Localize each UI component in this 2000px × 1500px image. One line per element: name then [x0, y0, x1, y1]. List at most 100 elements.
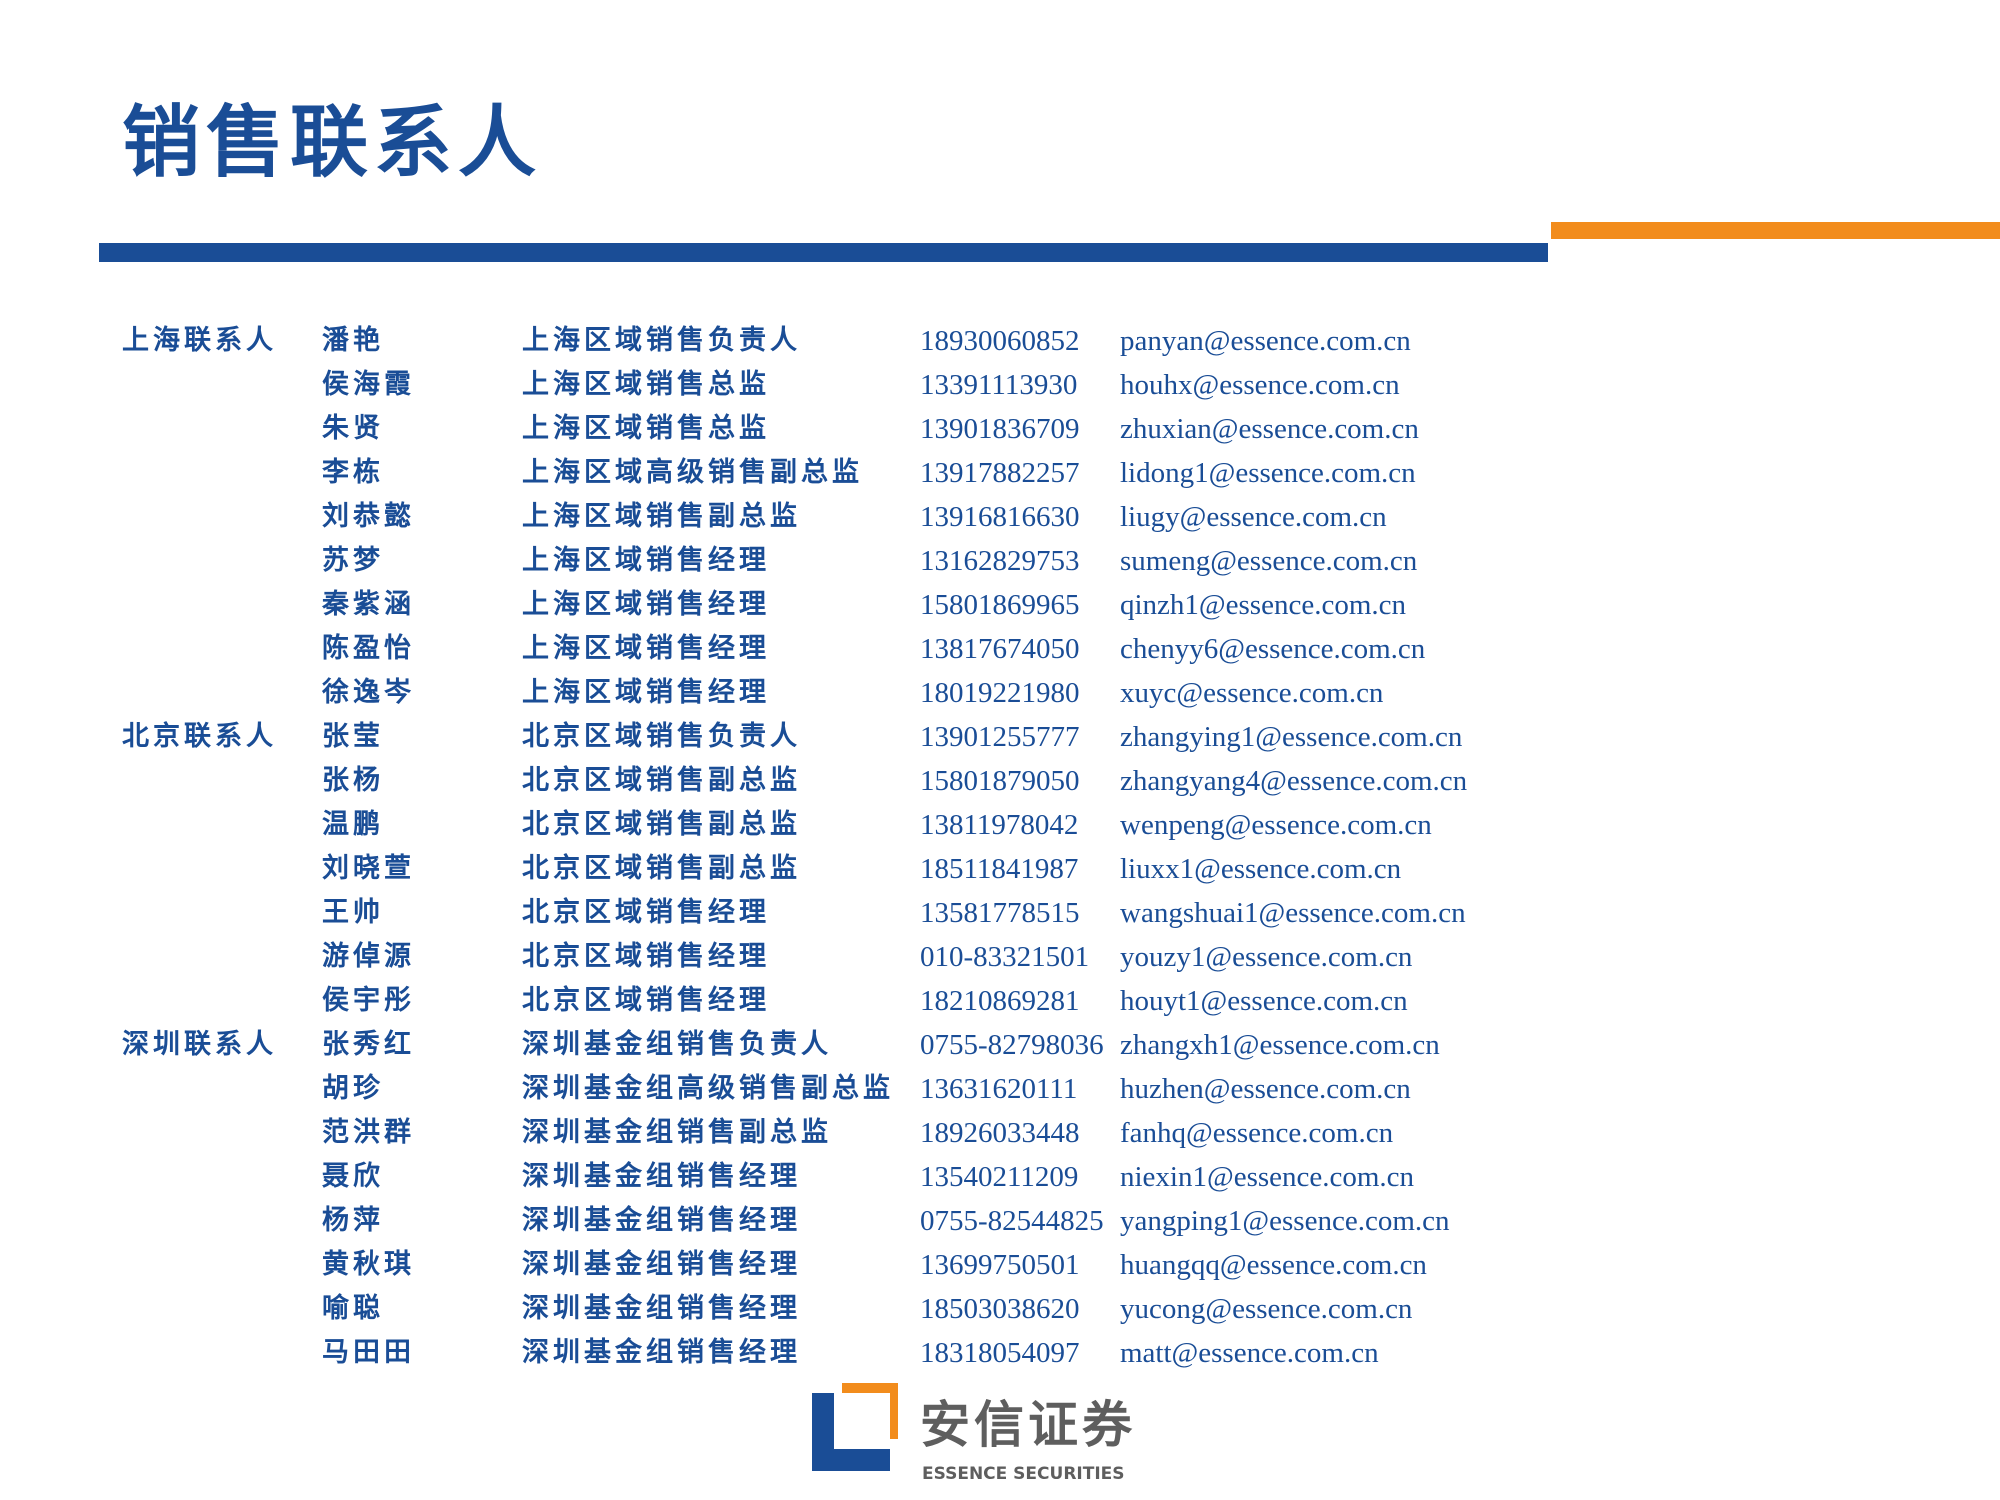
contact-name: 朱贤	[322, 413, 384, 444]
contact-name: 张秀红	[322, 1029, 415, 1060]
contact-email: yucong@essence.com.cn	[1120, 1293, 1413, 1325]
contact-row: 黄秋琪 深圳基金组销售经理 13699750501 huangqq@essence.c…	[0, 1243, 2000, 1287]
contact-row: 侯海霞 上海区域销售总监 13391113930 houhx@essence.com.…	[0, 363, 2000, 407]
contact-phone: 15801879050	[920, 765, 1080, 797]
contact-role: 北京区域销售副总监	[522, 765, 801, 796]
contact-email: zhangyang4@essence.com.cn	[1120, 765, 1468, 797]
contact-name: 秦紫涵	[322, 589, 415, 620]
contact-name: 苏梦	[322, 545, 384, 576]
contact-role: 北京区域销售经理	[522, 941, 770, 972]
city-label: 北京联系人	[122, 721, 277, 752]
contact-role: 上海区域销售副总监	[522, 501, 801, 532]
contact-email: niexin1@essence.com.cn	[1120, 1161, 1415, 1193]
contact-row: 游倬源 北京区域销售经理 010-83321501 youzy1@essence.co…	[0, 935, 2000, 979]
contact-row: 朱贤 上海区域销售总监 13901836709 zhuxian@essence.com…	[0, 407, 2000, 451]
contact-name: 王帅	[322, 897, 384, 928]
contact-row: 秦紫涵 上海区域销售经理 15801869965 qinzh1@essence.com…	[0, 583, 2000, 627]
contact-email: houyt1@essence.com.cn	[1120, 985, 1408, 1017]
contact-phone: 18210869281	[920, 985, 1080, 1017]
contact-phone: 010-83321501	[920, 941, 1090, 973]
contact-role: 深圳基金组销售经理	[522, 1205, 801, 1236]
contact-role: 上海区域销售经理	[522, 545, 770, 576]
contact-row: 上海联系人 潘艳 上海区域销售负责人 18930060852 panyan@essenc…	[0, 319, 2000, 363]
contact-row: 聂欣 深圳基金组销售经理 13540211209 niexin1@essence.co…	[0, 1155, 2000, 1199]
contact-email: wenpeng@essence.com.cn	[1120, 809, 1432, 841]
contact-row: 刘晓萱 北京区域销售副总监 18511841987 liuxx1@essence.co…	[0, 847, 2000, 891]
contact-row: 侯宇彤 北京区域销售经理 18210869281 houyt1@essence.com…	[0, 979, 2000, 1023]
contact-role: 深圳基金组销售副总监	[522, 1117, 832, 1148]
contact-row: 刘恭懿 上海区域销售副总监 13916816630 liugy@essence.com…	[0, 495, 2000, 539]
contact-row: 胡珍 深圳基金组高级销售副总监 13631620111 huzhen@essence.…	[0, 1067, 2000, 1111]
contact-role: 深圳基金组销售负责人	[522, 1029, 832, 1060]
contact-email: fanhq@essence.com.cn	[1120, 1117, 1394, 1149]
contact-email: huzhen@essence.com.cn	[1120, 1073, 1411, 1105]
contact-role: 上海区域销售总监	[522, 369, 770, 400]
contact-email: lidong1@essence.com.cn	[1120, 457, 1416, 489]
contact-phone: 13391113930	[920, 369, 1078, 401]
contact-phone: 13817674050	[920, 633, 1080, 665]
contact-role: 深圳基金组销售经理	[522, 1293, 801, 1324]
contact-name: 温鹏	[322, 809, 384, 840]
contact-name: 徐逸岑	[322, 677, 415, 708]
contact-phone: 15801869965	[920, 589, 1080, 621]
contact-email: zhuxian@essence.com.cn	[1120, 413, 1419, 445]
contact-email: xuyc@essence.com.cn	[1120, 677, 1384, 709]
contact-phone: 18926033448	[920, 1117, 1080, 1149]
contact-name: 刘晓萱	[322, 853, 415, 884]
title-rule-blue	[99, 243, 1548, 262]
contact-row: 苏梦 上海区域销售经理 13162829753 sumeng@essence.com.…	[0, 539, 2000, 583]
contact-email: zhangxh1@essence.com.cn	[1120, 1029, 1440, 1061]
contact-name: 黄秋琪	[322, 1249, 415, 1280]
contact-phone: 13811978042	[920, 809, 1079, 841]
contact-phone: 13162829753	[920, 545, 1080, 577]
contact-email: chenyy6@essence.com.cn	[1120, 633, 1426, 665]
contact-phone: 0755-82544825	[920, 1205, 1104, 1237]
contact-email: houhx@essence.com.cn	[1120, 369, 1400, 401]
contact-phone: 18930060852	[920, 325, 1080, 357]
contact-email: youzy1@essence.com.cn	[1120, 941, 1413, 973]
contact-email: yangping1@essence.com.cn	[1120, 1205, 1450, 1237]
contact-name: 陈盈怡	[322, 633, 415, 664]
contact-role: 上海区域销售经理	[522, 677, 770, 708]
contact-role: 上海区域销售经理	[522, 589, 770, 620]
company-logo: 安信证券 ESSENCE SECURITIES	[812, 1383, 1172, 1495]
contact-row: 徐逸岑 上海区域销售经理 18019221980 xuyc@essence.com.c…	[0, 671, 2000, 715]
contact-phone: 0755-82798036	[920, 1029, 1104, 1061]
contact-role: 上海区域高级销售副总监	[522, 457, 863, 488]
contact-role: 深圳基金组销售经理	[522, 1161, 801, 1192]
contact-name: 李栋	[322, 457, 384, 488]
title-rule-orange	[1551, 222, 2000, 239]
contact-role: 深圳基金组销售经理	[522, 1249, 801, 1280]
contact-phone: 18511841987	[920, 853, 1079, 885]
essence-logo-icon	[812, 1383, 898, 1471]
contact-name: 杨萍	[322, 1205, 384, 1236]
contact-email: liugy@essence.com.cn	[1120, 501, 1387, 533]
page-title: 销售联系人	[122, 97, 543, 188]
contact-name: 刘恭懿	[322, 501, 415, 532]
contact-phone: 13699750501	[920, 1249, 1080, 1281]
contact-name: 喻聪	[322, 1293, 384, 1324]
contact-table: 上海联系人 潘艳 上海区域销售负责人 18930060852 panyan@essenc…	[0, 319, 2000, 1375]
contact-role: 北京区域销售经理	[522, 985, 770, 1016]
contact-phone: 13901255777	[920, 721, 1080, 753]
contact-phone: 18019221980	[920, 677, 1080, 709]
contact-role: 北京区域销售副总监	[522, 853, 801, 884]
contact-role: 北京区域销售副总监	[522, 809, 801, 840]
contact-row: 马田田 深圳基金组销售经理 18318054097 matt@essence.com.…	[0, 1331, 2000, 1375]
contact-name: 潘艳	[322, 325, 384, 356]
contact-email: wangshuai1@essence.com.cn	[1120, 897, 1466, 929]
contact-email: matt@essence.com.cn	[1120, 1337, 1379, 1369]
contact-role: 上海区域销售负责人	[522, 325, 801, 356]
contact-email: huangqq@essence.com.cn	[1120, 1249, 1427, 1281]
contact-row: 范洪群 深圳基金组销售副总监 18926033448 fanhq@essence.co…	[0, 1111, 2000, 1155]
logo-english-name: ESSENCE SECURITIES	[922, 1464, 1125, 1484]
contact-phone: 13901836709	[920, 413, 1080, 445]
contact-email: liuxx1@essence.com.cn	[1120, 853, 1402, 885]
contact-phone: 18503038620	[920, 1293, 1080, 1325]
contact-name: 张杨	[322, 765, 384, 796]
contact-email: panyan@essence.com.cn	[1120, 325, 1411, 357]
contact-row: 深圳联系人 张秀红 深圳基金组销售负责人 0755-82798036 zhangxh1@…	[0, 1023, 2000, 1067]
contact-name: 聂欣	[322, 1161, 384, 1192]
contact-row: 杨萍 深圳基金组销售经理 0755-82544825 yangping1@essenc…	[0, 1199, 2000, 1243]
contact-role: 北京区域销售经理	[522, 897, 770, 928]
